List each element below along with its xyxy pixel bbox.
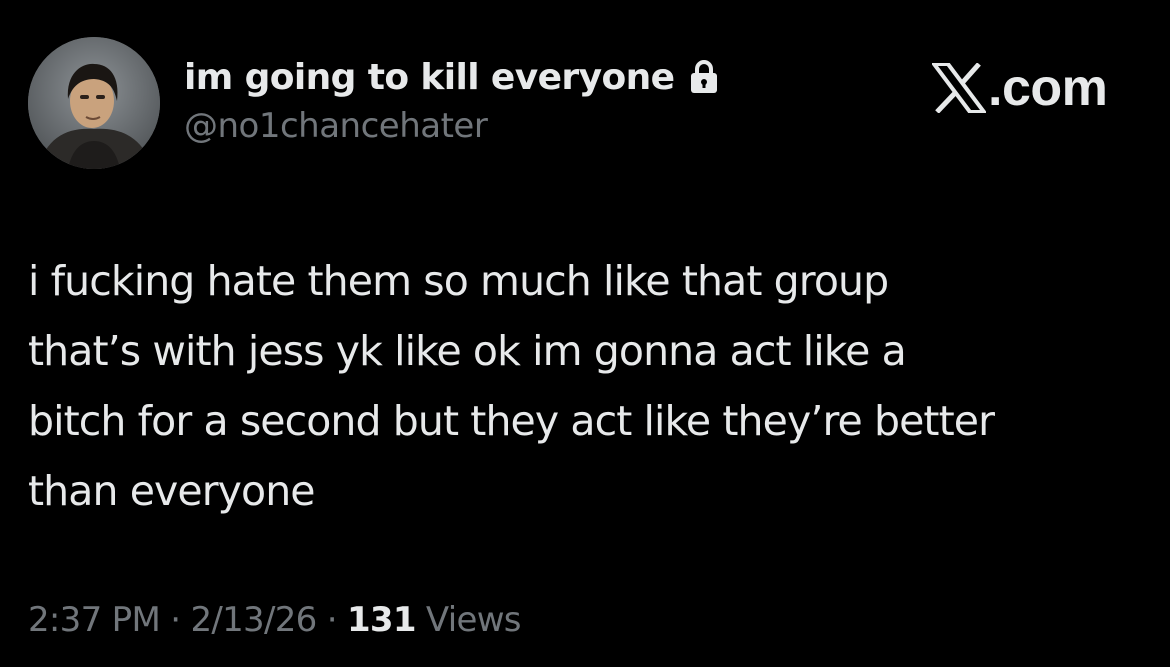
tweet-text-line: bitch for a second but they act like the… xyxy=(28,397,995,445)
lock-icon xyxy=(688,59,720,95)
x-logo-icon xyxy=(930,62,988,114)
avatar-photo xyxy=(28,37,160,169)
avatar[interactable] xyxy=(28,37,160,169)
views-label: Views xyxy=(425,600,522,640)
display-name-row: im going to kill everyone xyxy=(184,50,720,104)
brand-domain-suffix: .com xyxy=(988,59,1108,117)
tweet-date[interactable]: 2/13/26 xyxy=(190,600,317,640)
tweet-text: i fucking hate them so much like that gr… xyxy=(28,246,1153,526)
user-handle[interactable]: @no1chancehater xyxy=(184,106,488,146)
brand-watermark: .com xyxy=(930,58,1108,118)
tweet-text-line: i fucking hate them so much like that gr… xyxy=(28,257,889,305)
tweet-text-line: than everyone xyxy=(28,467,316,515)
display-name[interactable]: im going to kill everyone xyxy=(184,57,675,98)
tweet-text-line: that’s with jess yk like ok im gonna act… xyxy=(28,327,907,375)
meta-separator: · xyxy=(170,600,181,640)
meta-separator: · xyxy=(326,600,338,640)
views-count[interactable]: 131 xyxy=(347,600,417,640)
tweet-time[interactable]: 2:37 PM xyxy=(28,600,161,640)
tweet-metadata: 2:37 PM · 2/13/26 · 131 Views xyxy=(28,600,522,640)
tweet-card: im going to kill everyone @no1chancehate… xyxy=(0,0,1170,667)
